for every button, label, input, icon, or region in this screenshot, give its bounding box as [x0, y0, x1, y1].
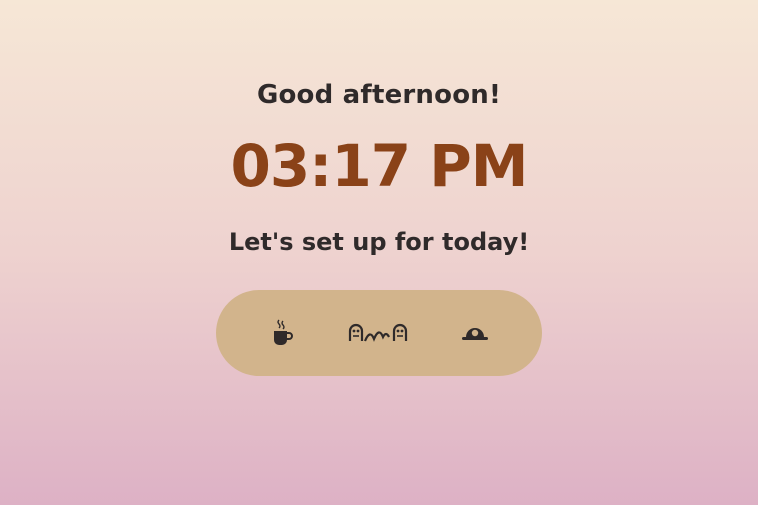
- family-icon: [348, 321, 410, 345]
- coffee-option-button[interactable]: [268, 313, 298, 353]
- options-bar: [216, 290, 542, 376]
- coffee-cup-icon: [271, 318, 295, 348]
- family-option-button[interactable]: [348, 313, 410, 353]
- sunset-option-button[interactable]: [460, 313, 490, 353]
- greeting-text: Good afternoon!: [256, 80, 502, 110]
- sunset-icon: [461, 323, 489, 343]
- clock-time: 03:17 PM: [230, 132, 528, 200]
- setup-prompt: Let's set up for today!: [228, 228, 530, 256]
